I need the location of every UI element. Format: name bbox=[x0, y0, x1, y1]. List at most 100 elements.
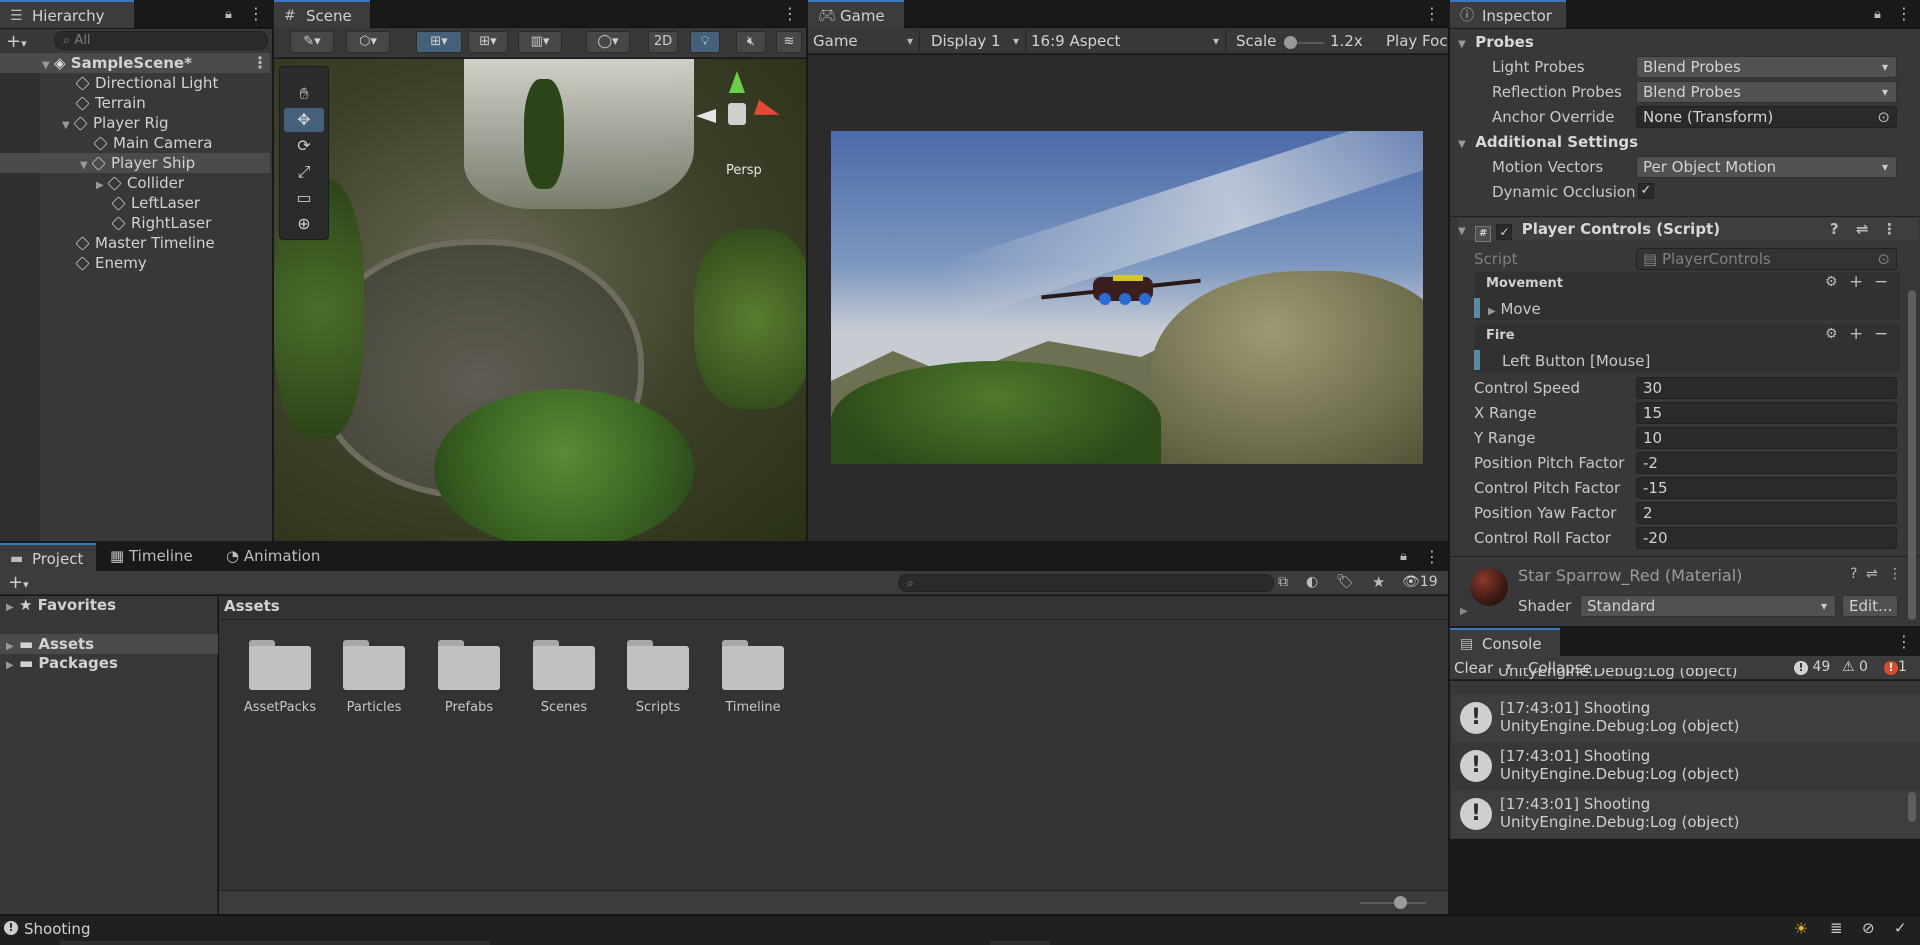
tab-inspector[interactable]: ⓘ Inspector bbox=[1450, 0, 1566, 28]
tab-animation[interactable]: ◔ Animation bbox=[226, 547, 320, 565]
scene-menu-icon[interactable]: ⋮ bbox=[252, 55, 268, 71]
inspector-scrollbar[interactable] bbox=[1908, 290, 1916, 620]
project-create-dropdown[interactable]: +▾ bbox=[8, 572, 29, 593]
tab-scene[interactable]: # Scene bbox=[274, 0, 370, 28]
player-controls-header[interactable]: ▼ # ✓ Player Controls (Script) ? ⇌ ⋮ bbox=[1458, 218, 1918, 243]
hierarchy-item-rightlaser[interactable]: RightLaser bbox=[0, 213, 270, 233]
snap-toggle[interactable]: ⊞▾ bbox=[468, 31, 508, 53]
cache-server-icon[interactable]: ≣ bbox=[1830, 919, 1843, 937]
game-viewport[interactable] bbox=[831, 131, 1423, 464]
render-mode-dropdown[interactable]: ⬡▾ bbox=[346, 31, 390, 53]
tab-game[interactable]: 🎮︎ Game bbox=[808, 0, 904, 28]
x-range-field[interactable]: 15 bbox=[1636, 402, 1897, 424]
folder-particles[interactable]: Particles bbox=[334, 640, 414, 715]
lock-icon[interactable]: 🔒︎ bbox=[1874, 7, 1881, 22]
persp-label[interactable]: Persp bbox=[726, 163, 762, 178]
collapse-arrow-icon[interactable]: ▼ bbox=[1458, 221, 1470, 243]
rotate-tool[interactable]: ⟳ bbox=[284, 134, 324, 158]
preset-icon[interactable]: ⇌ bbox=[1856, 218, 1869, 240]
2d-toggle[interactable]: 2D bbox=[648, 31, 678, 53]
expand-arrow-icon[interactable]: ▶ bbox=[6, 602, 14, 613]
hierarchy-item-directional-light[interactable]: Directional Light bbox=[0, 73, 270, 93]
hierarchy-item-player-rig[interactable]: ▼ Player Rig bbox=[0, 113, 270, 133]
expand-arrow-icon[interactable]: ▶ bbox=[6, 641, 14, 652]
fire-binding[interactable]: Left Button [Mouse] bbox=[1502, 350, 1650, 372]
draw-mode-dropdown[interactable]: ✎▾ bbox=[290, 31, 334, 53]
filter-by-label-icon[interactable]: 🏷︎ bbox=[1336, 574, 1354, 590]
hierarchy-item-terrain[interactable]: Terrain bbox=[0, 93, 270, 113]
console-menu-icon[interactable]: ⋮ bbox=[1896, 634, 1912, 650]
effects-toggle[interactable]: ≋ bbox=[776, 31, 802, 53]
position-pitch-factor-field[interactable]: -2 bbox=[1636, 452, 1897, 474]
hidden-packages-toggle[interactable]: 👁︎19 bbox=[1402, 574, 1438, 590]
light-probes-dropdown[interactable]: Blend Probes bbox=[1636, 56, 1897, 78]
lock-icon[interactable]: 🔒︎ bbox=[225, 7, 232, 22]
hierarchy-search-input[interactable]: ⌕ All bbox=[54, 31, 268, 50]
project-menu-icon[interactable]: ⋮ bbox=[1424, 549, 1440, 565]
tab-console[interactable]: ▤ Console bbox=[1450, 628, 1560, 656]
scale-tool[interactable]: ⤢ bbox=[284, 160, 324, 184]
hierarchy-item-collider[interactable]: ▶ Collider bbox=[0, 173, 270, 193]
control-speed-field[interactable]: 30 bbox=[1636, 377, 1897, 399]
breadcrumb[interactable]: Assets bbox=[224, 597, 280, 615]
help-icon[interactable]: ? bbox=[1830, 218, 1839, 240]
audio-toggle[interactable]: 🔇︎ bbox=[736, 31, 766, 53]
transform-tool[interactable]: ⊕ bbox=[284, 212, 324, 236]
dynamic-occlusion-checkbox[interactable]: ✓ bbox=[1638, 183, 1654, 199]
tab-timeline[interactable]: ▦ Timeline bbox=[110, 547, 193, 565]
search-options-icon[interactable]: ⧉ bbox=[1278, 574, 1288, 590]
partial-log-line[interactable]: UnityEngine.Debug:Log (object) bbox=[1498, 668, 1898, 682]
hierarchy-item-enemy[interactable]: Enemy bbox=[0, 253, 270, 273]
component-enabled-checkbox[interactable]: ✓ bbox=[1496, 224, 1513, 240]
hierarchy-item-leftlaser[interactable]: LeftLaser bbox=[0, 193, 270, 213]
scene-root[interactable]: ▼ ◈ SampleScene* ⋮ bbox=[0, 53, 270, 73]
expand-arrow-icon[interactable]: ▶ bbox=[1488, 306, 1496, 317]
gizmo-x-axis-icon[interactable] bbox=[754, 99, 782, 123]
movement-remove-icon[interactable]: − bbox=[1874, 272, 1888, 292]
play-focused-dropdown[interactable]: Play Foc bbox=[1386, 32, 1448, 50]
aspect-dropdown[interactable]: 16:9 Aspect bbox=[1026, 30, 1226, 52]
control-roll-factor-field[interactable]: -20 bbox=[1636, 527, 1897, 549]
anchor-override-field[interactable]: None (Transform) ⊙ bbox=[1636, 106, 1897, 128]
network-icon[interactable]: ⊘ bbox=[1862, 919, 1875, 937]
console-log-entry[interactable]: ! [17:43:01] Shooting UnityEngine.Debug:Lo… bbox=[1452, 742, 1920, 790]
material-expand-icon[interactable]: ▶ bbox=[1460, 606, 1468, 617]
packages-item[interactable]: ▶ ▬ Packages bbox=[6, 654, 118, 672]
control-pitch-factor-field[interactable]: -15 bbox=[1636, 477, 1897, 499]
object-picker-icon[interactable]: ⊙ bbox=[1877, 107, 1890, 127]
scale-slider-handle[interactable] bbox=[1284, 36, 1297, 49]
movement-settings-icon[interactable]: ⚙ bbox=[1825, 274, 1838, 290]
move-tool[interactable]: ✥ bbox=[284, 108, 324, 132]
folder-assetpacks[interactable]: AssetPacks bbox=[240, 640, 320, 715]
lock-icon[interactable]: 🔒︎ bbox=[1400, 549, 1407, 564]
edit-shader-button[interactable]: Edit... bbox=[1842, 595, 1898, 617]
hierarchy-item-main-camera[interactable]: Main Camera bbox=[0, 133, 270, 153]
scale-slider[interactable] bbox=[1284, 36, 1324, 49]
shading-dropdown[interactable]: ◯▾ bbox=[586, 31, 630, 53]
check-icon[interactable]: ✓ bbox=[1894, 919, 1907, 937]
scene-viewport[interactable]: Persp bbox=[274, 59, 806, 541]
rect-tool[interactable]: ▭ bbox=[284, 186, 324, 210]
assets-item[interactable]: ▶ ▬ Assets bbox=[0, 634, 218, 654]
status-message[interactable]: Shooting bbox=[24, 920, 90, 938]
display-dropdown[interactable]: Display 1 bbox=[926, 30, 1026, 52]
console-scrollbar[interactable] bbox=[1908, 792, 1916, 822]
lighting-bake-icon[interactable]: ☀ bbox=[1794, 919, 1808, 938]
y-range-field[interactable]: 10 bbox=[1636, 427, 1897, 449]
console-log-entry[interactable]: ! [17:43:01] Shooting UnityEngine.Debug:Lo… bbox=[1452, 694, 1920, 742]
move-action[interactable]: ▶ Move bbox=[1488, 298, 1541, 320]
hierarchy-item-player-ship[interactable]: ▼ Player Ship bbox=[0, 153, 270, 173]
project-search-input[interactable]: ⌕ bbox=[898, 574, 1274, 592]
fire-remove-icon[interactable]: − bbox=[1874, 324, 1888, 344]
favorite-icon[interactable]: ★ bbox=[1372, 573, 1385, 591]
clear-button[interactable]: Clear bbox=[1454, 659, 1493, 677]
filter-by-type-icon[interactable]: ◐ bbox=[1306, 574, 1318, 590]
folder-timeline[interactable]: Timeline bbox=[713, 640, 793, 715]
fire-add-icon[interactable]: + bbox=[1849, 324, 1863, 344]
console-log-entry[interactable]: ! [17:43:01] Shooting UnityEngine.Debug:Lo… bbox=[1452, 790, 1920, 838]
folder-scripts[interactable]: Scripts bbox=[618, 640, 698, 715]
game-mode-dropdown[interactable]: Game bbox=[808, 30, 920, 52]
material-help-icon[interactable]: ? bbox=[1850, 566, 1857, 582]
gizmo-z-axis-icon[interactable] bbox=[696, 109, 716, 123]
favorites-item[interactable]: ▶ ★ Favorites bbox=[6, 596, 116, 614]
